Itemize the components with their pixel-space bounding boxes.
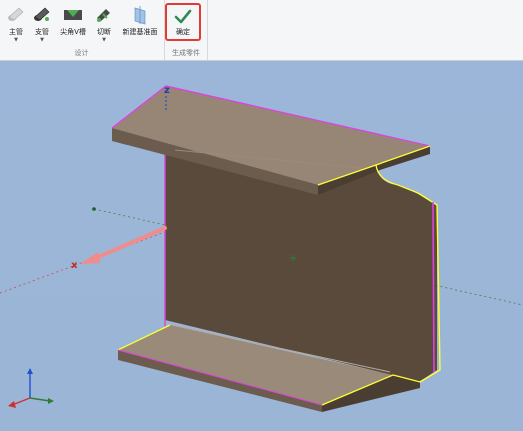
branch-pipe-button[interactable]: 支管 ▼ (30, 4, 54, 46)
design-group-label: 设计 (74, 49, 89, 57)
datum-plane-icon (128, 4, 152, 26)
cut-icon (92, 4, 116, 26)
viewport-canvas[interactable]: x z (0, 61, 523, 431)
x-axis-arrow-shaft (94, 226, 167, 260)
generate-group-label: 生成零件 (172, 49, 200, 57)
axis-triad (8, 368, 54, 408)
x-axis-arrow-head (80, 252, 100, 264)
chevron-down-icon: ▼ (102, 37, 106, 43)
main-pipe-button[interactable]: 主管 ▼ (4, 4, 28, 46)
main-pipe-label: 主管 (9, 28, 23, 36)
chevron-down-icon: ▼ (40, 37, 44, 43)
datum-plane-label: 新建基准面 (122, 28, 158, 36)
v-groove-icon (61, 4, 85, 26)
cut-button[interactable]: 切断 ▼ (92, 4, 116, 46)
web-edge-magenta (432, 201, 435, 373)
z-axis-label: z (164, 85, 170, 96)
chevron-down-icon: ▼ (14, 37, 18, 43)
3d-viewport[interactable]: x z (0, 61, 523, 431)
datum-plane-button[interactable]: 新建基准面 (120, 4, 160, 46)
y-axis-point (92, 207, 96, 211)
main-pipe-icon (4, 4, 28, 26)
v-groove-button[interactable]: 尖角V槽 (58, 4, 88, 46)
ribbon-toolbar: 主管 ▼ 支管 ▼ 尖角V槽 切断 ▼ 新建基准面 设计 生成零件 确定 (0, 0, 523, 61)
v-groove-label: 尖角V槽 (60, 28, 86, 36)
design-group: 主管 ▼ 支管 ▼ 尖角V槽 切断 ▼ 新建基准面 设计 (0, 0, 163, 60)
checkmark-icon (174, 9, 192, 25)
cut-label: 切断 (97, 28, 111, 36)
branch-pipe-label: 支管 (35, 28, 49, 36)
branch-pipe-icon (30, 4, 54, 26)
confirm-label: 确定 (176, 28, 190, 36)
app-window: 主管 ▼ 支管 ▼ 尖角V槽 切断 ▼ 新建基准面 设计 生成零件 确定 x z (0, 0, 523, 431)
confirm-button[interactable]: 确定 (165, 3, 201, 41)
x-axis-label: x (71, 260, 78, 271)
